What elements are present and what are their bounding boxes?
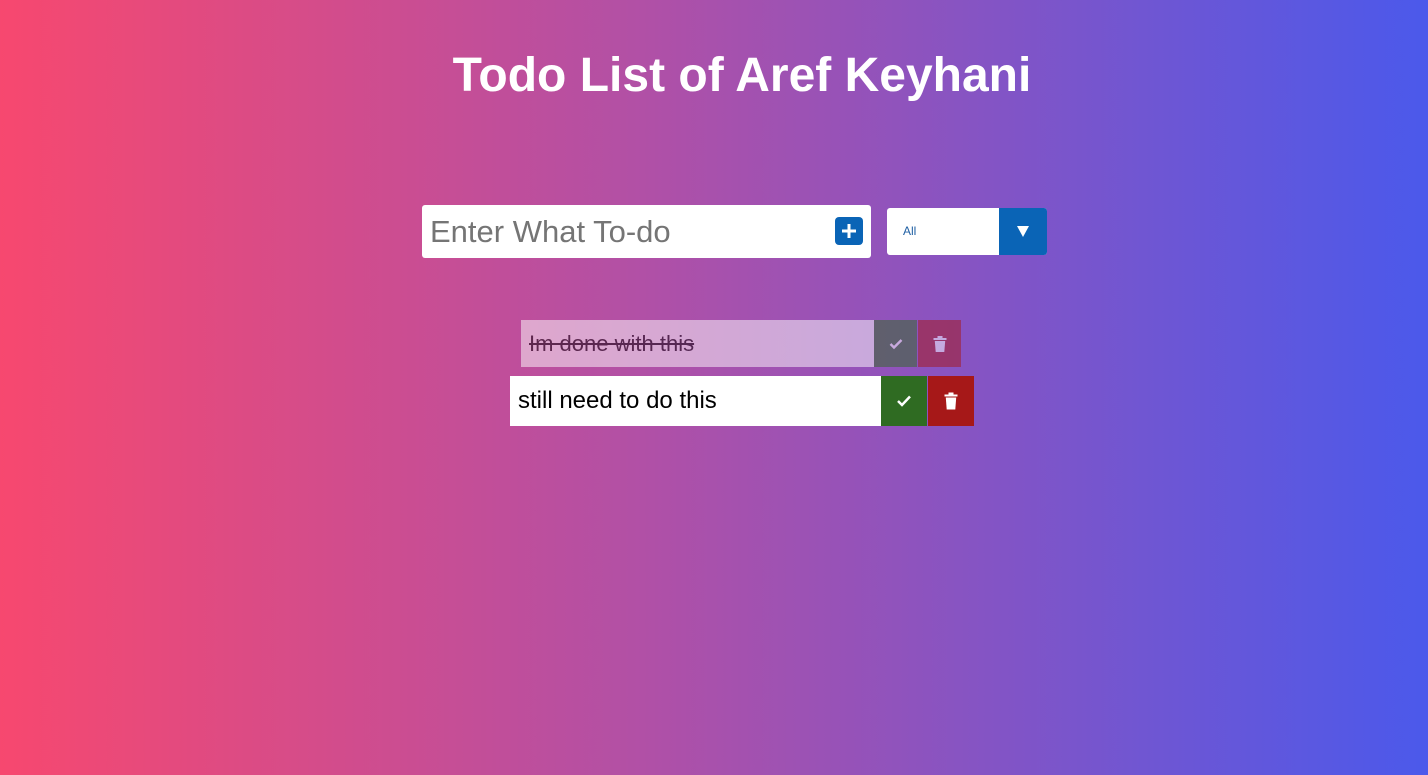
todo-item: still need to do this xyxy=(510,376,974,426)
delete-button[interactable] xyxy=(918,320,961,367)
add-todo-button[interactable] xyxy=(835,217,863,245)
complete-button[interactable] xyxy=(881,376,927,426)
check-icon xyxy=(889,338,902,349)
todo-text: Im done with this xyxy=(521,320,874,367)
todo-text: still need to do this xyxy=(510,376,881,426)
plus-icon xyxy=(842,224,856,238)
page-title: Todo List of Aref Keyhani xyxy=(452,49,1032,102)
complete-button[interactable] xyxy=(874,320,917,367)
filter-select[interactable]: All xyxy=(887,208,1047,255)
trash-icon xyxy=(933,335,946,352)
todo-input-container xyxy=(422,205,871,258)
caret-down-icon xyxy=(1017,226,1029,237)
check-icon xyxy=(897,395,911,407)
delete-button[interactable] xyxy=(928,376,974,426)
filter-dropdown-button[interactable] xyxy=(999,208,1047,255)
trash-icon xyxy=(944,392,958,410)
todo-item-completed: Im done with this xyxy=(521,320,961,367)
todo-input[interactable] xyxy=(422,205,830,258)
filter-selected-value: All xyxy=(903,224,917,238)
